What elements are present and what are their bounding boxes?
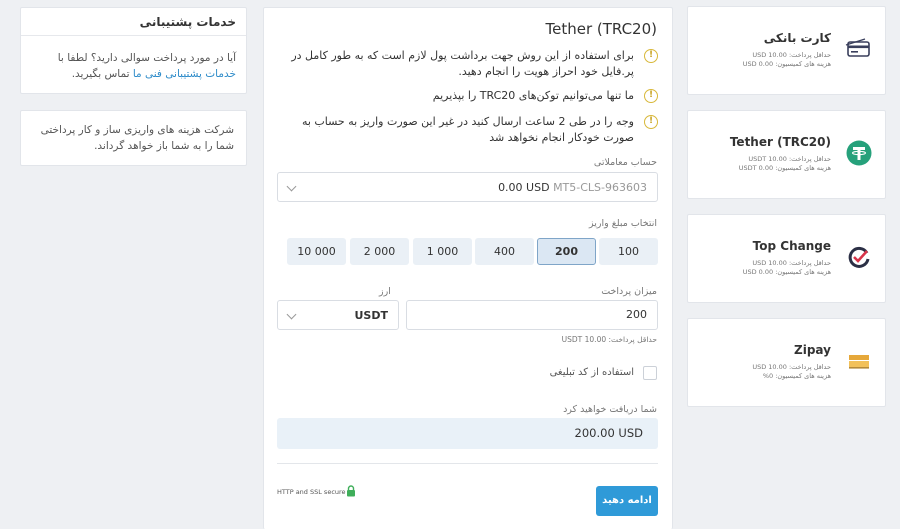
account-value: 0.00 USD MT5-CLS-963603 — [498, 181, 647, 194]
support-text-after: تماس بگیرید. — [71, 68, 130, 80]
zipay-icon — [849, 355, 869, 369]
method-fee: هزینه های کمیسیون: 0.00 USDT — [738, 164, 831, 172]
amount-option-1000[interactable]: 1 000 — [413, 238, 472, 265]
receive-label: شما دریافت خواهید کرد — [563, 404, 657, 415]
form-title: Tether (TRC20) — [545, 20, 658, 38]
method-details: حداقل پرداخت: 10.00 USDT هزینه های کمیسی… — [739, 155, 831, 173]
receive-amount: 200.00 USD — [277, 418, 658, 449]
promo-code-checkbox[interactable] — [643, 366, 657, 380]
currency-select[interactable]: USDT — [277, 300, 399, 330]
method-fee: هزینه های کمیسیون: 0% — [762, 372, 831, 380]
divider — [277, 463, 658, 464]
bank-card-icon — [845, 38, 870, 57]
account-label: حساب معاملاتی — [593, 157, 657, 168]
method-fee: هزینه های کمیسیون: 0.00 USD — [742, 268, 831, 276]
method-topchange-card[interactable]: Top Change حداقل پرداخت: 10.00 USD هزینه… — [687, 214, 886, 303]
refund-card: شرکت هزینه های واریزی ساز و کار پرداختی … — [20, 110, 247, 166]
warning-icon: ! — [644, 115, 658, 129]
method-min: حداقل پرداخت: 10.00 USD — [752, 51, 831, 59]
method-details: حداقل پرداخت: 10.00 USD هزینه های کمیسیو… — [743, 259, 831, 277]
account-select[interactable]: 0.00 USD MT5-CLS-963603 — [277, 172, 658, 202]
amount-option-400[interactable]: 400 — [475, 238, 534, 265]
method-min: حداقل پرداخت: 10.00 USDT — [748, 155, 831, 163]
method-name: کارت بانکی — [763, 31, 831, 45]
method-tether-card[interactable]: Tether (TRC20) حداقل پرداخت: 10.00 USDT … — [687, 110, 886, 199]
note-text: برای استفاده از این روش جهت برداشت پول ل… — [291, 49, 634, 78]
method-fee: هزینه های کمیسیون: 0.00 USD — [742, 60, 831, 68]
continue-button[interactable]: ادامه دهید — [596, 486, 658, 516]
amount-option-200[interactable]: 200 — [537, 238, 596, 265]
method-name: Tether (TRC20) — [729, 135, 831, 149]
chevron-down-icon — [286, 309, 297, 320]
amount-option-100[interactable]: 100 — [599, 238, 658, 265]
min-payment-note: حداقل پرداخت: 10.00 USDT — [561, 335, 657, 344]
promo-code-label: استفاده از کد تبلیغی — [549, 367, 634, 378]
support-text-before: آیا در مورد پرداخت سوالی دارید؟ لطفا با — [57, 52, 236, 64]
payment-form: Tether (TRC20) ! برای استفاده از این روش… — [263, 7, 673, 529]
currency-label: ارز — [379, 286, 391, 297]
note-text: وجه را در طی 2 ساعت ارسال کنید در غیر ای… — [301, 115, 634, 144]
support-card: خدمات پشتیبانی آیا در مورد پرداخت سوالی … — [20, 7, 247, 94]
amount-option-2000[interactable]: 2 000 — [350, 238, 409, 265]
refund-note: شرکت هزینه های واریزی ساز و کار پرداختی … — [40, 124, 234, 152]
warning-icon: ! — [644, 89, 658, 103]
warning-icon: ! — [644, 49, 658, 63]
currency-value: USDT — [354, 309, 389, 322]
method-details: حداقل پرداخت: 10.00 USD هزینه های کمیسیو… — [743, 51, 831, 69]
note-verification: ! برای استفاده از این روش جهت برداشت پول… — [288, 48, 658, 80]
amount-select-label: انتخاب مبلغ واریز — [588, 218, 657, 229]
method-name: Top Change — [752, 239, 831, 253]
method-name: Zipay — [794, 343, 831, 357]
support-link[interactable]: خدمات پشتیبانی فنی ما — [133, 68, 236, 80]
method-min: حداقل پرداخت: 10.00 USD — [752, 259, 831, 267]
note-text: ما تنها می‌توانیم توکن‌های TRC20 را بپذی… — [432, 89, 634, 102]
note-trc20: ! ما تنها می‌توانیم توکن‌های TRC20 را بپ… — [288, 88, 658, 104]
support-text: آیا در مورد پرداخت سوالی دارید؟ لطفا با … — [21, 36, 246, 82]
lock-icon — [347, 485, 355, 497]
payment-amount-input[interactable]: 200 — [406, 300, 658, 330]
note-time-limit: ! وجه را در طی 2 ساعت ارسال کنید در غیر … — [288, 114, 658, 146]
chevron-down-icon — [286, 181, 297, 192]
method-bank-card[interactable]: کارت بانکی حداقل پرداخت: 10.00 USD هزینه… — [687, 6, 886, 95]
amount-option-10000[interactable]: 10 000 — [287, 238, 346, 265]
support-title: خدمات پشتیبانی — [21, 8, 246, 36]
account-id: MT5-CLS-963603 — [553, 181, 647, 194]
top-change-icon — [848, 246, 870, 268]
account-balance: 0.00 USD — [498, 181, 550, 194]
method-zipay-card[interactable]: Zipay حداقل پرداخت: 10.00 USD هزینه های … — [687, 318, 886, 407]
tether-icon — [846, 140, 872, 166]
method-details: حداقل پرداخت: 10.00 USD هزینه های کمیسیو… — [752, 363, 831, 381]
method-min: حداقل پرداخت: 10.00 USD — [752, 363, 831, 371]
secure-text: HTTP and SSL secure — [277, 488, 346, 496]
payment-amount-label: میزان پرداخت — [601, 286, 657, 297]
